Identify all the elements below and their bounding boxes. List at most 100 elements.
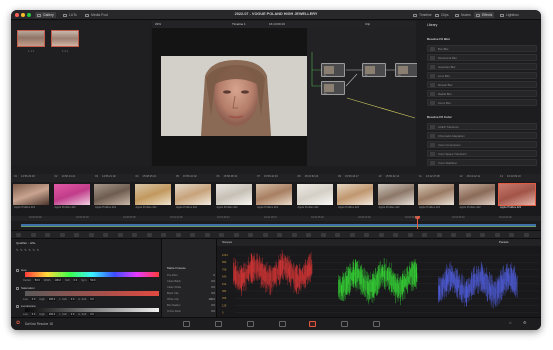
fx-item[interactable]: Chromatic Adaptation [427, 132, 537, 139]
fx-item[interactable]: Mosaic Blur [427, 81, 537, 88]
fx-blur-section[interactable]: Resolve FX Blur [427, 38, 450, 41]
media-page-icon[interactable] [183, 321, 190, 327]
viewer-frame[interactable] [161, 56, 310, 136]
color-node[interactable]: 03 [395, 63, 419, 77]
gallery-still[interactable] [17, 30, 45, 47]
cut-page-icon[interactable] [215, 321, 222, 327]
clip-thumbnail[interactable] [498, 183, 536, 206]
matte-row[interactable]: Blur Radius 0.0 [167, 304, 215, 307]
library-tab[interactable]: Library [427, 23, 437, 27]
color-page-icon[interactable] [309, 321, 316, 327]
fx-item[interactable]: Radial Blur [427, 90, 537, 97]
palette-tool-icon[interactable] [233, 233, 239, 237]
home-icon[interactable]: ⌂ [509, 321, 511, 325]
palette-tool-icon[interactable] [494, 233, 500, 237]
palette-tool-icon[interactable] [103, 233, 108, 237]
settings-icon[interactable]: ⚙ [523, 321, 527, 325]
palette-tool-icon[interactable] [45, 233, 50, 237]
clip-thumbnail[interactable] [94, 184, 130, 205]
palette-tool-icon[interactable] [509, 233, 514, 237]
clips-button[interactable]: Clips [433, 12, 451, 18]
saturation-checkbox[interactable] [16, 286, 19, 290]
palette-tool-icon[interactable] [117, 233, 123, 237]
palette-tool-icon[interactable] [204, 233, 210, 237]
palette-tool-icon[interactable] [320, 233, 326, 237]
matte-row[interactable]: White Clip 100.0 [167, 298, 215, 301]
clip-thumbnail[interactable] [296, 184, 333, 205]
palette-tool-icon[interactable] [88, 233, 94, 237]
fairlight-page-icon[interactable] [341, 321, 348, 327]
clip-thumbnail[interactable] [458, 184, 495, 205]
saturation-bar[interactable] [25, 291, 159, 296]
palette-tool-icon[interactable] [248, 233, 253, 237]
gallery-still[interactable] [51, 30, 79, 47]
palette-tool-icon[interactable] [175, 233, 181, 237]
palette-tool-icon[interactable] [349, 233, 355, 237]
palette-tool-icon[interactable] [161, 233, 166, 237]
scope-mode-selector[interactable]: Parade [499, 241, 509, 244]
fx-item[interactable]: Color Space Transform [427, 150, 537, 157]
fx-item[interactable]: ACES Transform [427, 123, 537, 130]
palette-tool-icon[interactable] [335, 233, 340, 237]
palette-tool-icon[interactable] [393, 233, 398, 237]
palette-tool-icon[interactable] [190, 233, 195, 237]
fx-color-section[interactable]: Resolve FX Color [427, 116, 452, 119]
hue-bar[interactable] [25, 272, 159, 277]
palette-tool-icon[interactable] [436, 233, 442, 237]
clip-thumbnail[interactable] [175, 184, 211, 205]
clip-thumbnail[interactable] [53, 184, 90, 205]
palette-tool-icon[interactable] [277, 233, 282, 237]
palette-tool-icon[interactable] [16, 233, 21, 237]
deliver-page-icon[interactable] [373, 321, 380, 327]
clip-thumbnail[interactable] [377, 184, 414, 205]
edit-page-icon[interactable] [247, 321, 254, 327]
eyedropper-tools[interactable]: ✎✎✎✎✎✎ [16, 249, 41, 252]
nodes-button[interactable]: Nodes [453, 12, 473, 18]
luminance-checkbox[interactable] [16, 304, 19, 308]
clip-thumbnail[interactable] [215, 184, 252, 205]
palette-tool-icon[interactable] [407, 233, 413, 237]
timeline-selector[interactable]: Timeline 1 [232, 23, 246, 26]
mini-timeline[interactable]: 01:00:00:00 01:00:33:18 01:00:56:05 01:01:2… [11, 216, 541, 229]
matte-row[interactable]: In/Out Ratio 0.0 [167, 310, 215, 313]
palette-tool-icon[interactable] [465, 233, 471, 237]
clip-mode-selector[interactable]: Clip [365, 23, 370, 26]
fx-item[interactable]: Zoom Blur [427, 99, 537, 106]
clip-thumbnail[interactable] [256, 184, 292, 205]
palette-tool-icon[interactable] [291, 233, 297, 237]
luminance-bar[interactable] [25, 308, 159, 312]
matte-row[interactable]: Clean White 0.0 [167, 286, 215, 289]
color-node[interactable]: 01 [321, 63, 345, 77]
fx-item[interactable]: Color Stabilizer [427, 159, 537, 166]
palette-tool-icon[interactable] [422, 233, 427, 237]
color-node[interactable]: 04 [321, 81, 345, 95]
saturation-section[interactable]: Saturation [16, 286, 35, 290]
palette-tool-icon[interactable] [451, 233, 456, 237]
fx-item[interactable]: Box Blur [427, 45, 537, 52]
hue-checkbox[interactable] [16, 268, 19, 272]
palette-tool-icon[interactable] [219, 233, 224, 237]
palette-tool-icon[interactable] [132, 233, 137, 237]
palette-tool-icon[interactable] [146, 233, 152, 237]
matte-row[interactable]: Black Clip 0.0 [167, 292, 215, 295]
fx-item[interactable]: Lens Blur [427, 72, 537, 79]
palette-tool-icon[interactable] [378, 233, 384, 237]
effects-button[interactable]: Effects [474, 12, 495, 18]
clip-thumbnail[interactable] [13, 184, 49, 205]
palette-tool-icon[interactable] [262, 233, 268, 237]
palette-tool-icon[interactable] [364, 233, 369, 237]
clip-thumbnail[interactable] [337, 184, 373, 205]
lightbox-button[interactable]: Lightbox [498, 12, 521, 18]
palette-tool-icon[interactable] [306, 233, 311, 237]
fx-item[interactable]: Gaussian Blur [427, 63, 537, 70]
palette-tool-icon[interactable] [59, 233, 65, 237]
palette-tool-icon[interactable] [74, 233, 79, 237]
palette-tool-icon[interactable] [523, 233, 529, 237]
timeline-button[interactable]: Timeline [411, 12, 434, 18]
clip-thumbnail[interactable] [134, 184, 171, 205]
color-node[interactable]: 02 [362, 63, 386, 77]
clip-thumbnail[interactable] [418, 184, 454, 205]
fusion-page-icon[interactable] [279, 321, 286, 327]
fx-item[interactable]: Directional Blur [427, 54, 537, 61]
palette-tool-icon[interactable] [30, 233, 36, 237]
